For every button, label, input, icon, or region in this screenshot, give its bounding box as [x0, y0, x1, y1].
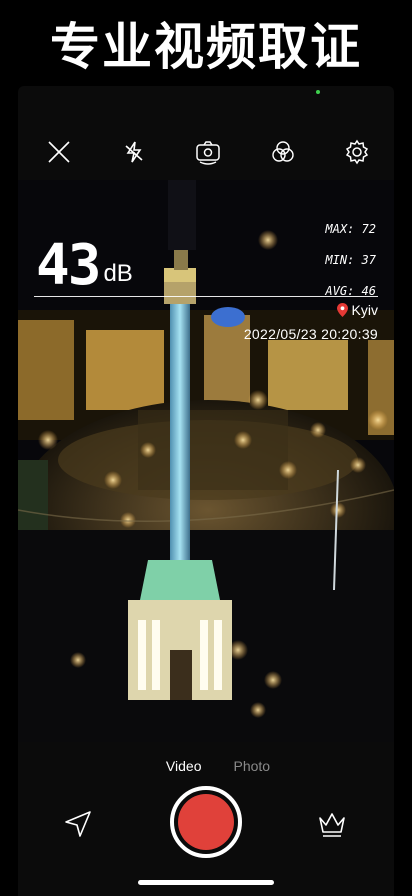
promo-headline: 专业视频取证	[0, 0, 412, 86]
capture-controls	[18, 786, 394, 860]
record-button-core	[178, 794, 234, 850]
top-toolbar	[18, 124, 394, 180]
close-icon[interactable]	[44, 137, 74, 167]
overlay-divider	[34, 296, 378, 297]
crown-icon[interactable]	[316, 808, 348, 840]
home-indicator[interactable]	[138, 880, 274, 885]
decibel-unit: dB	[103, 260, 133, 287]
mode-photo[interactable]: Photo	[233, 758, 270, 774]
color-filter-icon[interactable]	[268, 137, 298, 167]
decibel-value: 43	[36, 233, 101, 298]
camera-indicator-dot	[316, 90, 320, 94]
camera-viewfinder[interactable]: 43 dB MAX: 72 MIN: 37 AVG: 46 Kyiv 2022/…	[18, 180, 394, 742]
decibel-stats: MAX: 72 MIN: 37 AVG: 46	[325, 214, 376, 307]
max-level: MAX: 72	[325, 222, 376, 236]
location-city: Kyiv	[351, 302, 378, 318]
capture-mode-switch: Video Photo	[18, 758, 394, 774]
record-button[interactable]	[170, 786, 242, 858]
timestamp: 2022/05/23 20:20:39	[243, 326, 378, 342]
mode-video[interactable]: Video	[166, 758, 202, 774]
flash-off-icon[interactable]	[119, 137, 149, 167]
min-level: MIN: 37	[325, 253, 376, 267]
decibel-readout: 43 dB	[36, 238, 133, 294]
location-pin-icon	[336, 303, 348, 317]
location-label: Kyiv	[336, 302, 378, 318]
camera-screen: 43 dB MAX: 72 MIN: 37 AVG: 46 Kyiv 2022/…	[18, 86, 394, 896]
navigation-arrow-icon[interactable]	[62, 808, 94, 840]
camera-flip-icon[interactable]	[193, 137, 223, 167]
settings-icon[interactable]	[342, 137, 372, 167]
